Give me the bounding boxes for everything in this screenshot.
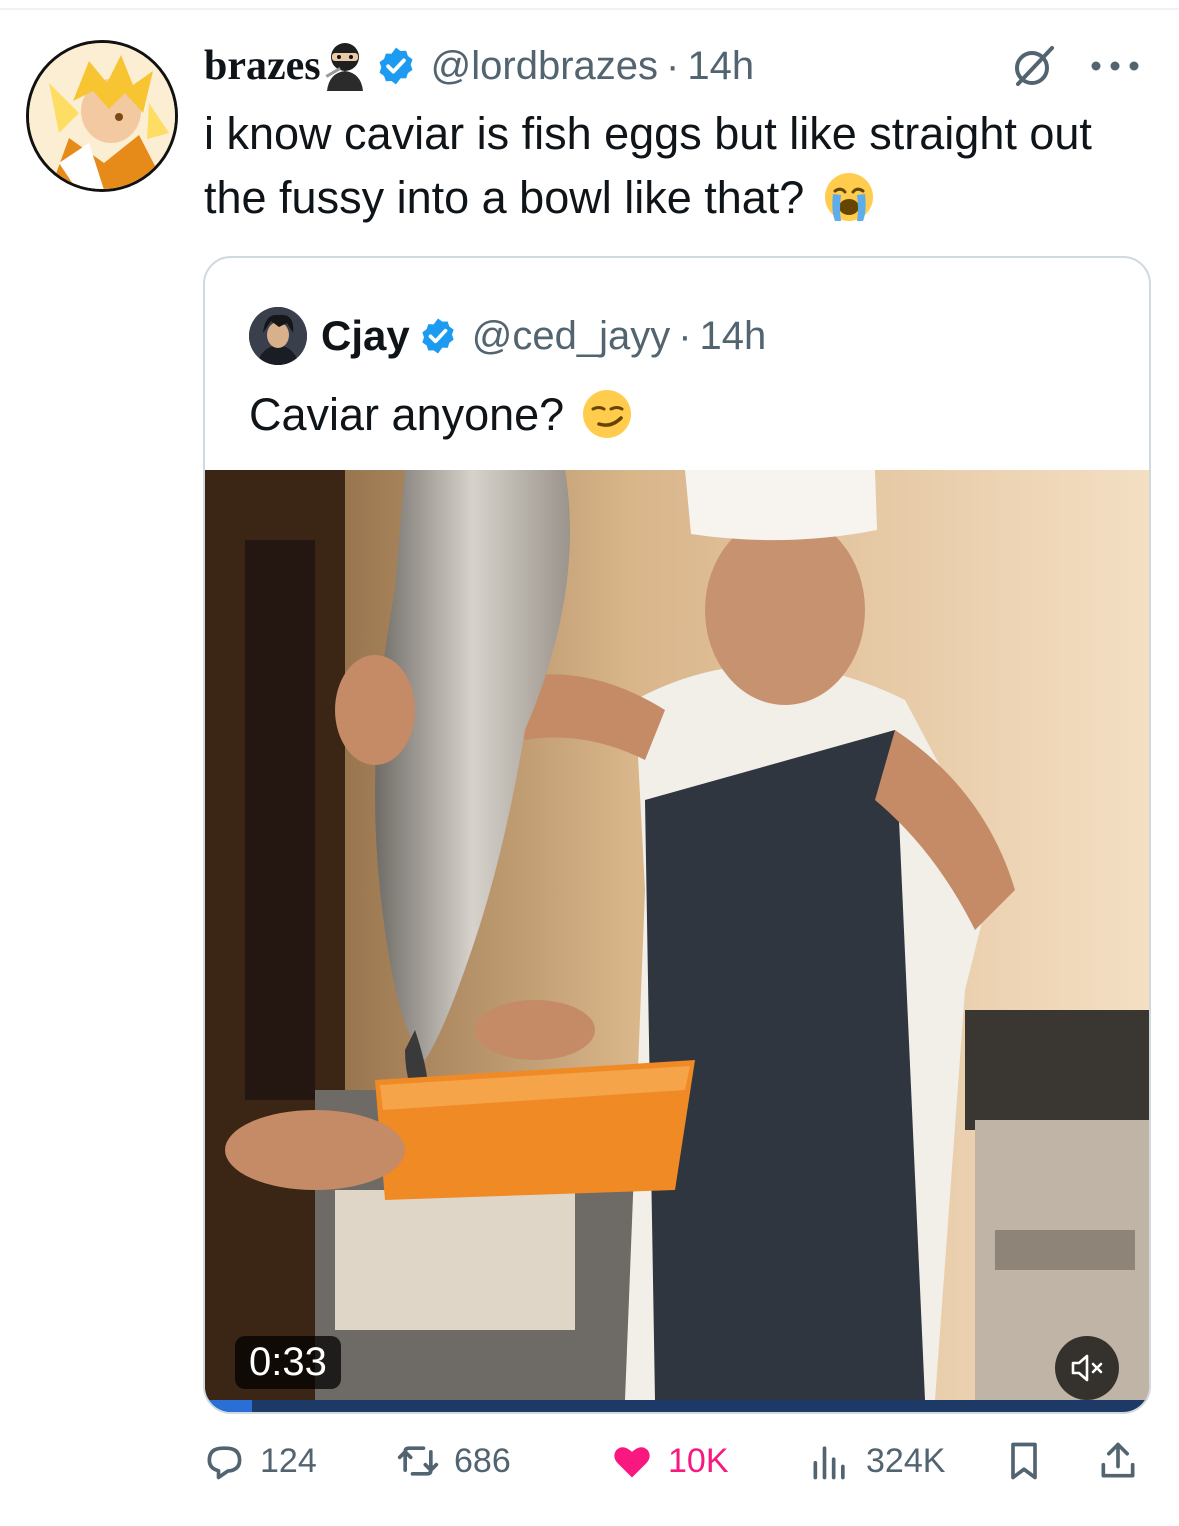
grok-icon[interactable] — [1012, 44, 1056, 88]
views-icon — [813, 1446, 845, 1480]
like-button[interactable]: 10K — [610, 1436, 729, 1486]
video-player[interactable]: 0:33 — [205, 470, 1149, 1400]
quoted-tweet-text: Caviar anyone? — [249, 388, 633, 441]
quoted-tweet-header: Cjay @ced_jayy · 14h — [249, 306, 766, 366]
tweet-header: brazes @lordbrazes · 14h — [204, 38, 754, 94]
video-progress-fill — [205, 1400, 253, 1412]
author-handle[interactable]: @lordbrazes — [431, 44, 658, 89]
video-duration: 0:33 — [235, 1336, 341, 1389]
ninja-emoji-icon — [323, 41, 367, 91]
repost-button[interactable]: 686 — [396, 1436, 511, 1486]
verified-badge-icon[interactable] — [418, 316, 458, 356]
tweet-text: i know caviar is fish eggs but like stra… — [204, 102, 1154, 230]
separator-dot: · — [678, 313, 692, 358]
tweet-text-content: i know caviar is fish eggs but like stra… — [204, 108, 1092, 223]
bookmark-icon — [1011, 1442, 1037, 1480]
quoted-author-handle[interactable]: @ced_jayy — [472, 314, 670, 359]
more-icon[interactable] — [1086, 56, 1144, 76]
quoted-author-avatar[interactable] — [249, 307, 307, 365]
reply-button[interactable]: 124 — [202, 1436, 317, 1486]
video-progress-bar[interactable] — [205, 1400, 1149, 1412]
tweet-action-bar: 124 686 10K 324K — [200, 1436, 1150, 1486]
repost-icon — [397, 1446, 439, 1476]
repost-count: 686 — [454, 1441, 511, 1480]
quoted-tweet-text-content: Caviar anyone? — [249, 389, 565, 440]
bookmark-button[interactable] — [1002, 1436, 1060, 1486]
loudly-crying-emoji-icon — [823, 171, 875, 223]
quoted-author-display-name[interactable]: Cjay — [321, 312, 410, 360]
smirk-emoji-icon — [581, 388, 633, 440]
verified-badge-icon[interactable] — [375, 45, 417, 87]
share-icon — [1101, 1442, 1135, 1478]
author-display-name[interactable]: brazes — [204, 42, 321, 90]
tweet-timestamp[interactable]: 14h — [687, 44, 754, 89]
like-icon — [614, 1447, 650, 1478]
author-avatar[interactable] — [26, 40, 178, 192]
mute-icon[interactable] — [1055, 1336, 1119, 1400]
reply-count: 124 — [260, 1441, 317, 1480]
separator-dot: · — [666, 43, 680, 88]
share-button[interactable] — [1096, 1436, 1154, 1486]
video-frame — [205, 470, 1149, 1400]
reply-icon — [207, 1446, 242, 1480]
like-count: 10K — [668, 1441, 729, 1480]
quoted-tweet-timestamp[interactable]: 14h — [700, 314, 767, 359]
views-button[interactable]: 324K — [808, 1436, 945, 1486]
top-divider — [0, 8, 1179, 10]
views-count: 324K — [866, 1441, 946, 1480]
quoted-tweet-card[interactable]: Cjay @ced_jayy · 14h Caviar anyone? 0:33 — [203, 256, 1151, 1414]
